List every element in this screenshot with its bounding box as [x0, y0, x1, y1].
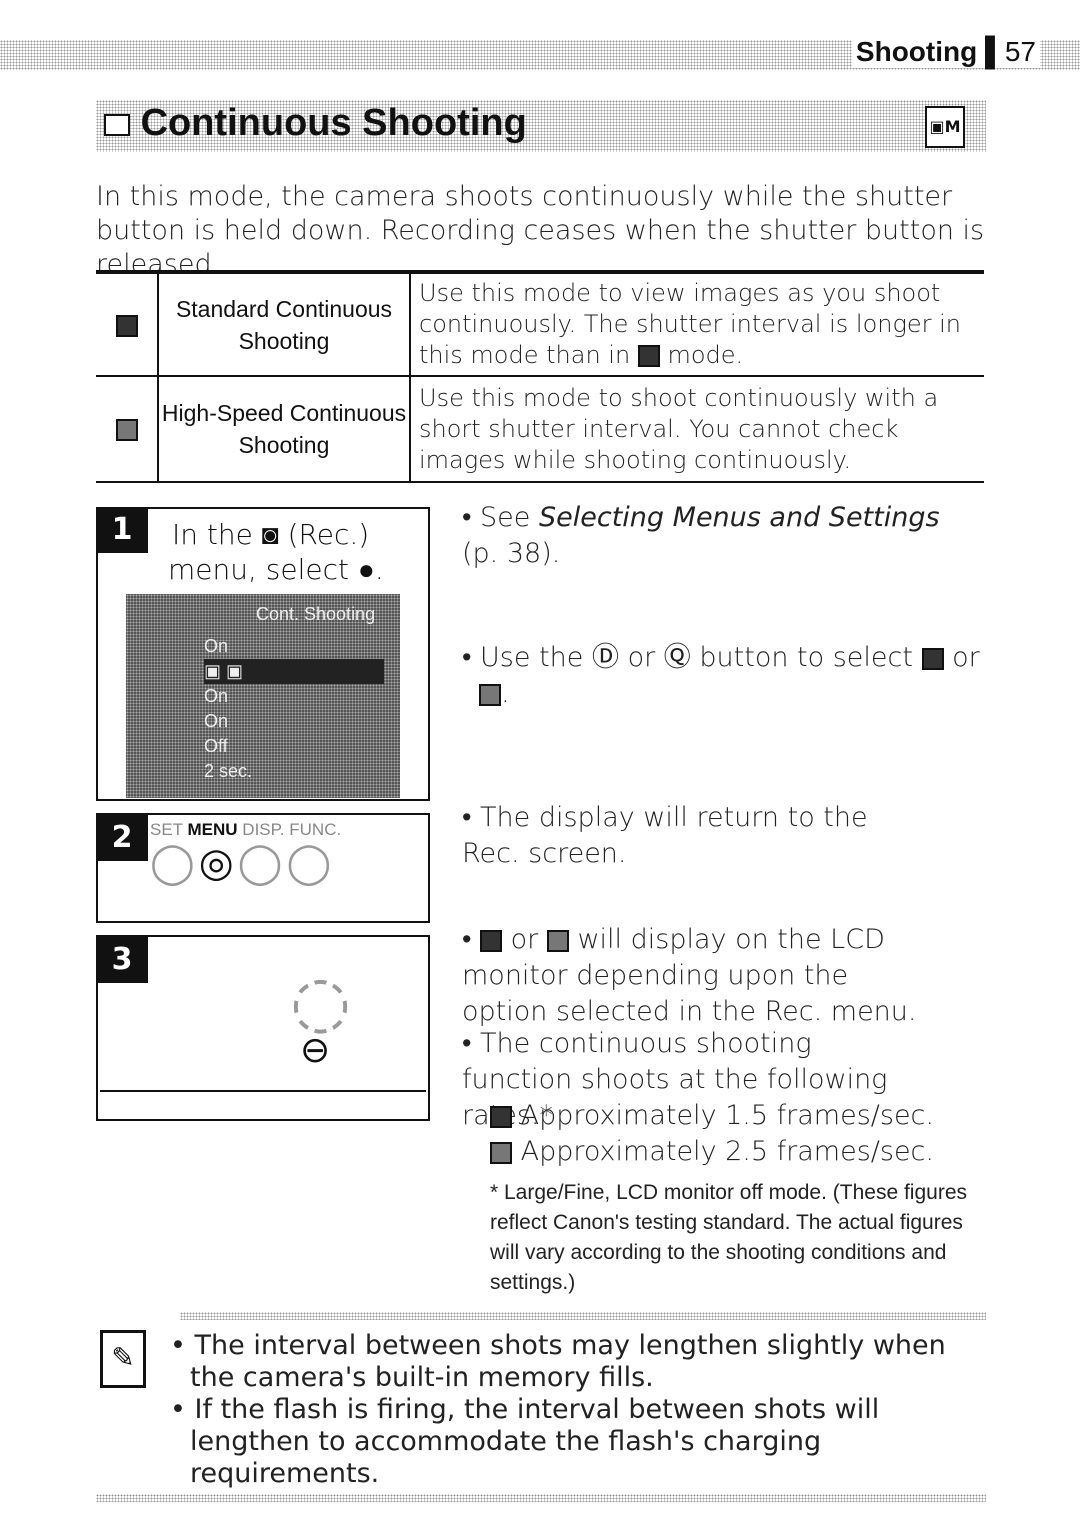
table-row: Standard Continuous Shooting Use this mo… — [96, 272, 984, 377]
control-dial-illustration: ◌ ⊖ — [100, 940, 426, 1092]
continuous-shooting-icon — [104, 113, 130, 136]
high-speed-continuous-icon — [546, 929, 569, 952]
camera-buttons-illustration: SET MENU DISP. FUNC. ◯◎◯◯ — [150, 820, 342, 885]
rate-high-speed: Approximately 2.5 frames/sec. — [490, 1134, 1010, 1170]
table-row: High-Speed Continuous Shooting Use this … — [96, 376, 984, 482]
step-number: 1 — [96, 507, 148, 553]
note-item: • The interval between shots may lengthe… — [170, 1330, 946, 1393]
t: menu, select — [168, 553, 349, 586]
lcd-value: Off — [204, 736, 228, 756]
notes-list: • The interval between shots may lengthe… — [170, 1330, 986, 1490]
step-number: 2 — [96, 815, 148, 861]
lcd-menu-values: On ▣ ▣ On On Off 2 sec. — [204, 634, 384, 784]
right-button-icon: Ⓠ — [663, 642, 691, 673]
standard-continuous-icon — [115, 314, 138, 337]
page-title: Continuous Shooting — [104, 102, 527, 145]
bottom-divider — [96, 1494, 986, 1502]
t: (Rec.) — [287, 518, 370, 551]
menu-button-label: MENU — [187, 820, 238, 839]
section-name: Shooting — [855, 36, 978, 67]
bullet-1: See Selecting Menus and Settings (p. 38)… — [462, 500, 982, 572]
t: The interval between shots may lengthen … — [190, 1330, 946, 1393]
mode-description: Use this mode to shoot continuously with… — [419, 383, 939, 474]
t: or — [627, 642, 656, 673]
mode-description: Use this mode to view images as you shoo… — [410, 272, 984, 377]
intro-paragraph: In this mode, the camera shoots continuo… — [96, 181, 985, 280]
high-speed-continuous-icon — [637, 345, 660, 367]
set-label: SET — [150, 820, 183, 839]
memo-icon: ✎ — [100, 1330, 146, 1388]
camera-icon: ◙ — [261, 518, 279, 551]
t: or — [952, 642, 980, 673]
t: See — [480, 502, 531, 533]
bullet-4: or will display on the LCD monitor depen… — [462, 922, 942, 1030]
mode-name: High-Speed Continuous Shooting — [158, 376, 411, 482]
page-number: 57 — [1004, 36, 1036, 67]
lcd-menu-title: Cont. Shooting — [256, 604, 376, 624]
mode-name: Standard Continuous Shooting — [158, 272, 411, 377]
t: (p. 38). — [462, 538, 561, 569]
note-item: • If the flash is firing, the interval b… — [170, 1394, 880, 1489]
t: The display will return to the Rec. scre… — [462, 802, 868, 869]
lcd-value: On — [204, 711, 229, 731]
high-speed-continuous-icon — [115, 419, 138, 441]
lcd-menu-screen: Cont. Shooting On ▣ ▣ On On Off 2 sec. — [126, 594, 400, 798]
down-button-icon: ⊖ — [300, 1030, 331, 1071]
high-speed-continuous-icon — [479, 683, 502, 706]
standard-continuous-icon — [490, 1105, 512, 1128]
t: If the flash is firing, the interval bet… — [190, 1394, 880, 1489]
t: or — [510, 924, 539, 955]
lcd-value: On — [204, 686, 229, 706]
rate-standard: Approximately 1.5 frames/sec. — [490, 1098, 1010, 1134]
lcd-value: 2 sec. — [204, 761, 253, 781]
t: Approximately 1.5 frames/sec. — [520, 1100, 934, 1131]
t: button to select — [699, 642, 913, 673]
t: In the — [172, 518, 253, 551]
mode-table: Standard Continuous Shooting Use this mo… — [96, 270, 984, 483]
left-button-icon: Ⓓ — [591, 642, 619, 673]
disp-label: DISP. — [242, 820, 285, 839]
running-header: Shooting ▌57 — [851, 36, 1040, 68]
reference-link: Selecting Menus and Settings — [539, 502, 940, 533]
lcd-value-continuous-selected: ▣ ▣ — [204, 659, 384, 684]
standard-continuous-icon — [480, 929, 503, 952]
high-speed-continuous-icon — [490, 1141, 512, 1164]
lcd-value: On — [204, 636, 229, 656]
title-text: Continuous Shooting — [140, 102, 527, 144]
note-divider — [180, 1312, 986, 1320]
step-1-instruction-2: menu, select ●. — [168, 553, 384, 587]
step-1-instruction: In the ◙ (Rec.) — [172, 518, 369, 552]
continuous-icon: ● — [357, 553, 375, 586]
bullet-3: The display will return to the Rec. scre… — [462, 800, 922, 872]
func-label: FUNC. — [289, 820, 342, 839]
t: . — [374, 553, 384, 586]
camera-mode-icon: ▣M — [925, 106, 965, 148]
t: Approximately 2.5 frames/sec. — [520, 1136, 934, 1167]
standard-continuous-icon — [921, 647, 944, 670]
bullet-2: Use the Ⓓ or Ⓠ button to select or . — [462, 640, 982, 712]
t: Use the — [480, 642, 584, 673]
footnote: * Large/Fine, LCD monitor off mode. (The… — [490, 1181, 968, 1294]
